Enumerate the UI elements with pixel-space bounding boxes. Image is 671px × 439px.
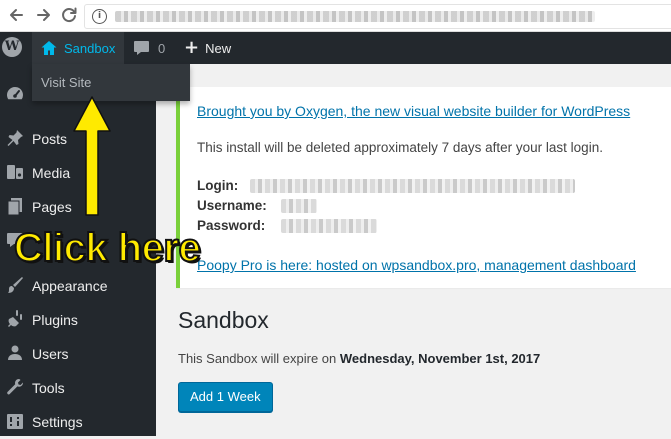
- brush-icon: [8, 277, 23, 293]
- media-icon: [7, 165, 23, 179]
- deletion-info: This install will be deleted approximate…: [197, 140, 603, 155]
- comments-menu[interactable]: 0: [133, 32, 165, 64]
- browser-toolbar: i: [0, 0, 671, 32]
- visit-site-link[interactable]: Visit Site: [41, 75, 91, 90]
- pin-icon: [7, 130, 23, 146]
- sidebar-item-plugins[interactable]: Plugins: [0, 303, 156, 337]
- wrench-icon: [7, 379, 24, 395]
- username-value: [281, 199, 317, 213]
- sidebar-item-settings[interactable]: Settings: [0, 405, 156, 439]
- add-week-button[interactable]: Add 1 Week: [178, 382, 273, 412]
- sidebar-item-label: Pages: [32, 199, 72, 215]
- sidebar-item-label: Media: [32, 165, 71, 181]
- sidebar-item-label: Plugins: [32, 312, 78, 328]
- expiration-date: Wednesday, November 1st, 2017: [339, 351, 541, 366]
- sidebar-item-media[interactable]: Media: [0, 156, 156, 190]
- home-icon: [41, 41, 57, 55]
- sandbox-notice: Brought you by Oxygen, the new visual we…: [176, 87, 671, 288]
- site-name-label: Sandbox: [64, 40, 116, 56]
- sidebar-item-pages[interactable]: Pages: [0, 190, 156, 224]
- sidebar-item-label: Appearance: [32, 278, 108, 294]
- new-label: New: [205, 40, 232, 56]
- dashboard-gauge-icon: [7, 87, 23, 100]
- info-icon[interactable]: i: [92, 9, 107, 24]
- pro-link[interactable]: Poopy Pro is here: hosted on wpsandbox.p…: [197, 257, 636, 273]
- login-value: [250, 179, 575, 193]
- username-label: Username:: [197, 198, 267, 213]
- forward-arrow-icon[interactable]: [32, 4, 54, 26]
- comment-bubble-icon: [134, 41, 149, 55]
- reload-icon[interactable]: [58, 4, 80, 26]
- back-arrow-icon[interactable]: [6, 4, 28, 26]
- wordpress-logo-icon[interactable]: W: [2, 37, 22, 57]
- oxygen-link[interactable]: Brought you by Oxygen, the new visual we…: [197, 103, 630, 119]
- new-content-menu[interactable]: + New: [184, 32, 231, 64]
- plus-icon: +: [184, 37, 200, 58]
- annotation-text: Click here: [13, 225, 202, 271]
- login-label: Login:: [197, 178, 239, 193]
- password-label: Password:: [197, 218, 266, 233]
- sidebar-item-appearance[interactable]: Appearance: [0, 269, 156, 303]
- pages-icon: [7, 198, 22, 216]
- sidebar-item-users[interactable]: Users: [0, 337, 156, 371]
- password-value: [281, 219, 377, 233]
- site-dropdown: Visit Site: [32, 64, 190, 101]
- blurred-url: [115, 11, 595, 22]
- sidebar-item-tools[interactable]: Tools: [0, 371, 156, 405]
- sidebar-item-label: Users: [32, 346, 69, 362]
- sidebar-item-label: Tools: [32, 380, 65, 396]
- sidebar-item-label: Settings: [32, 414, 83, 430]
- comment-count: 0: [158, 40, 166, 56]
- plug-icon: [8, 310, 22, 327]
- settings-icon: [7, 414, 23, 429]
- page-title: Sandbox: [178, 307, 269, 333]
- user-icon: [8, 345, 22, 360]
- expiration-text: This Sandbox will expire on Wednesday, N…: [178, 351, 540, 366]
- address-bar[interactable]: i: [84, 4, 671, 29]
- site-name-menu[interactable]: Sandbox: [32, 32, 124, 64]
- sidebar-item-label: Posts: [32, 131, 68, 147]
- expiration-prefix: This Sandbox will expire on: [178, 351, 340, 366]
- wp-admin-bar: W Sandbox 0 + New: [0, 32, 671, 64]
- sidebar-item-posts[interactable]: Posts: [0, 122, 156, 156]
